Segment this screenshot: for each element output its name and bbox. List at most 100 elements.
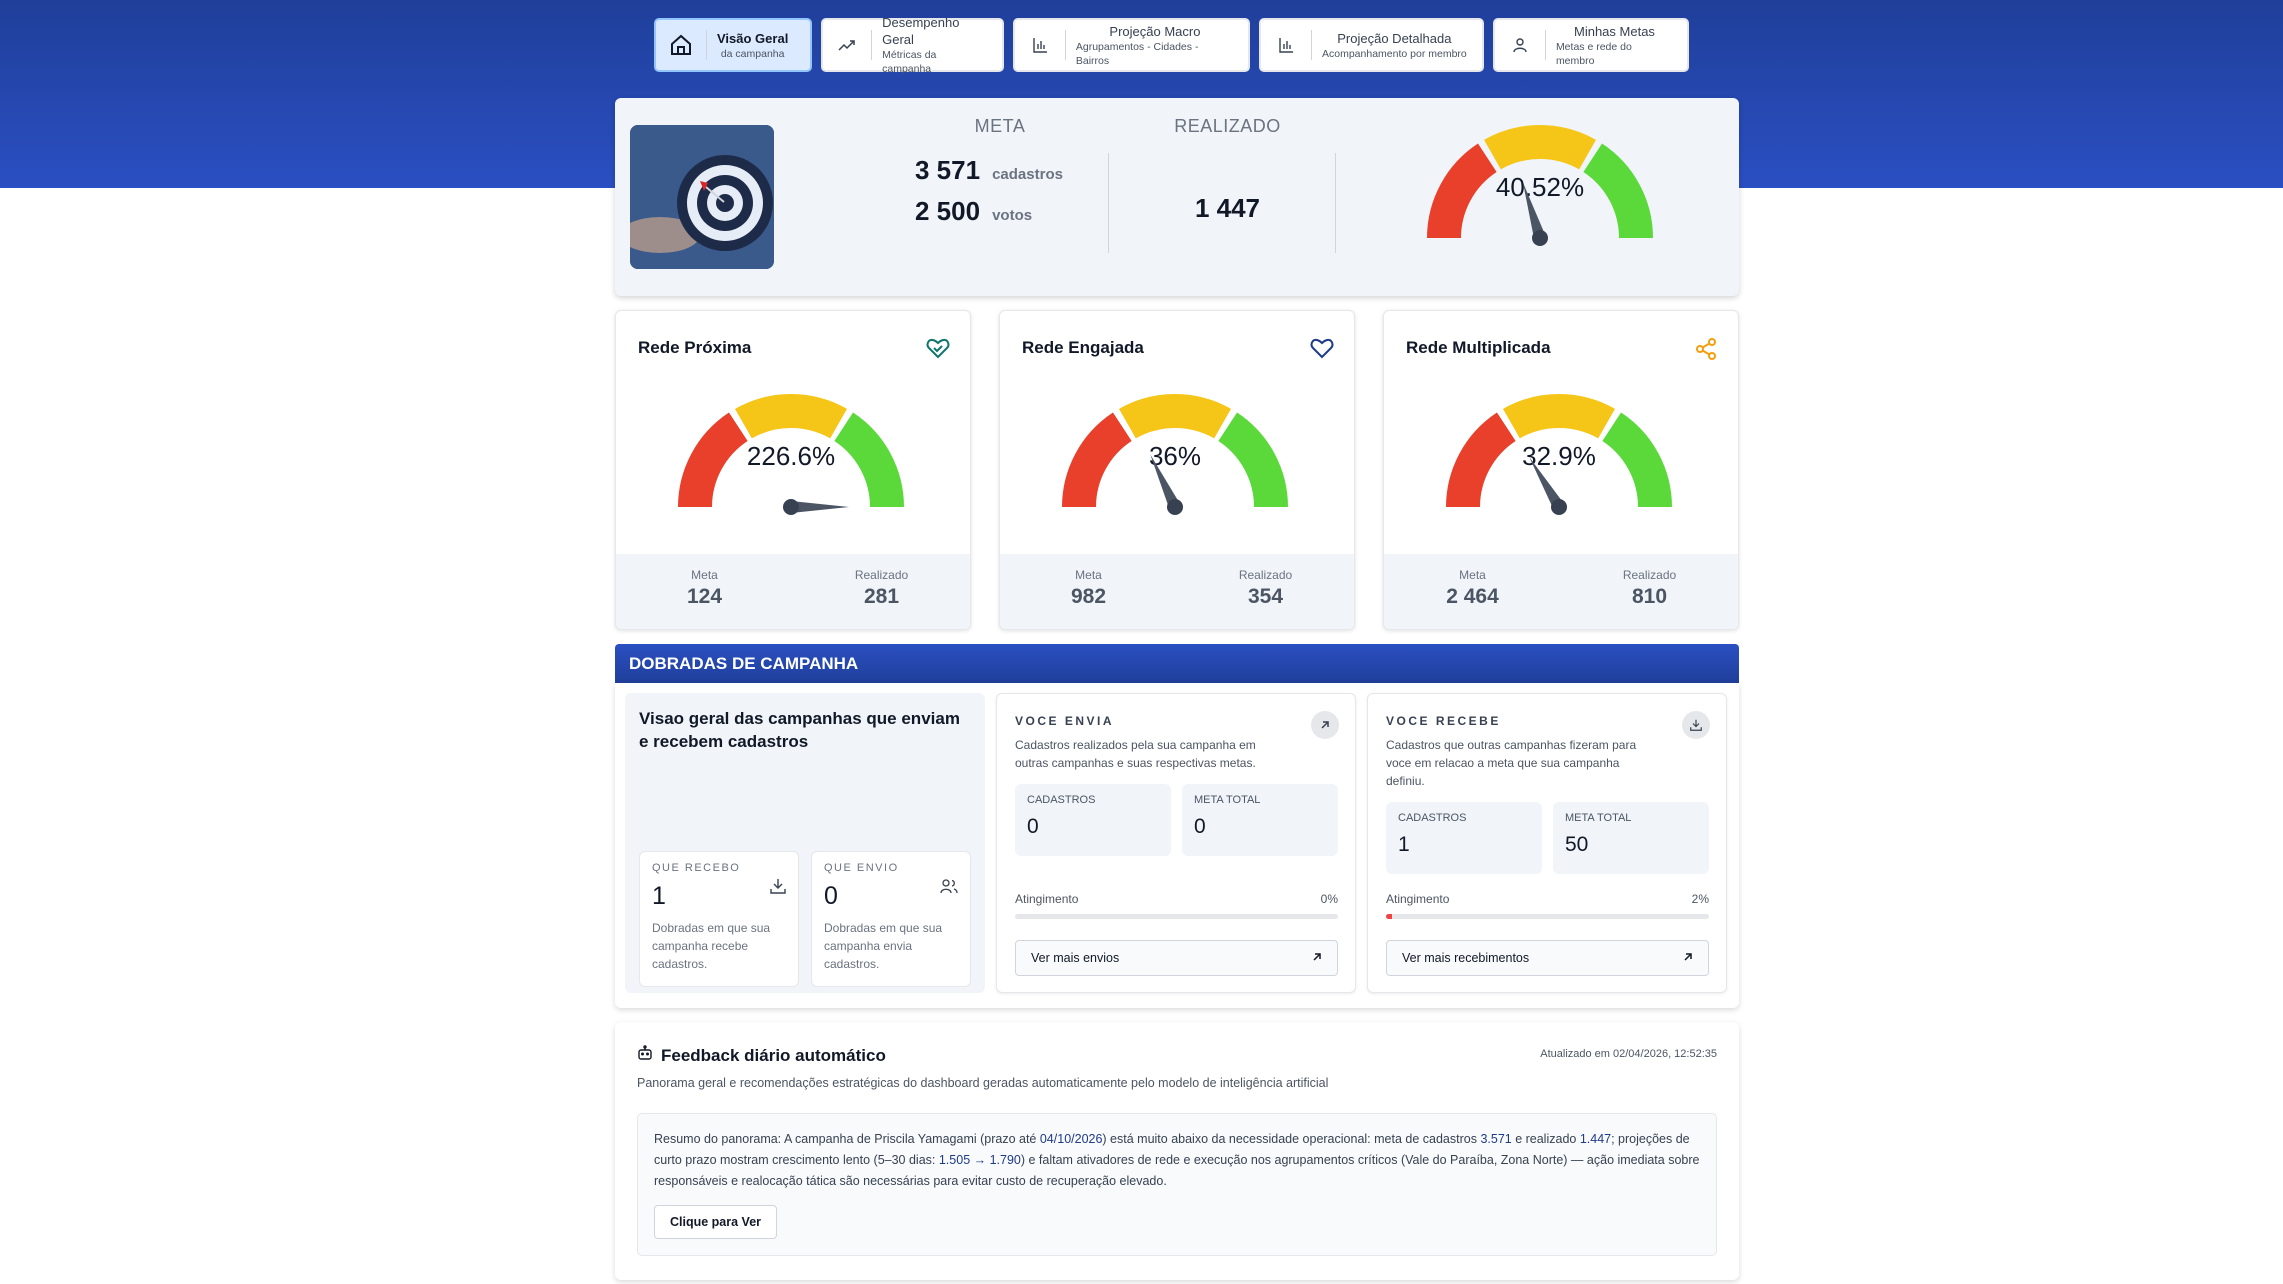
meta-label: Meta bbox=[1075, 568, 1102, 582]
progress-fill bbox=[1386, 914, 1393, 919]
tab-visao-geral[interactable]: Visão Geral da campanha bbox=[654, 18, 812, 72]
tab-text: Visão Geral da campanha bbox=[717, 30, 788, 61]
ver-mais-envios-button[interactable]: Ver mais envios bbox=[1015, 940, 1338, 976]
que-recebo-card: QUE RECEBO 1 Dobradas em que sua campanh… bbox=[639, 851, 799, 987]
rede-title: Rede Próxima bbox=[638, 338, 752, 357]
arrow-up-right-icon bbox=[1311, 711, 1339, 739]
meta-value: 124 bbox=[686, 585, 723, 608]
clique-para-ver-button[interactable]: Clique para Ver bbox=[654, 1205, 778, 1239]
voce-envia-desc: Cadastros realizados pela sua campanha e… bbox=[1015, 738, 1256, 770]
gauge-yellow-segment bbox=[1503, 394, 1615, 439]
realizado-header: REALIZADO bbox=[1155, 116, 1300, 137]
gauge-svg: 32.9% bbox=[1446, 394, 1672, 515]
button-label: Ver mais envios bbox=[1031, 951, 1120, 965]
meta-value: 2 464 bbox=[1446, 585, 1499, 608]
rede-meta: Meta 124 bbox=[616, 554, 793, 629]
meta-cadastros-value: 3 571 bbox=[915, 155, 981, 185]
tab-separator bbox=[871, 30, 873, 60]
gauge-yellow-segment bbox=[1484, 125, 1596, 170]
tab-text: Desempenho Geral Métricas da campanha bbox=[882, 14, 988, 76]
rede-gauge: 32.9% bbox=[1439, 389, 1679, 534]
meta-votos-unit: votos bbox=[992, 207, 1033, 224]
voce-recebe-desc: Cadastros que outras campanhas fizeram p… bbox=[1386, 738, 1637, 788]
tab-minhas-metas[interactable]: Minhas Metas Metas e rede do membro bbox=[1493, 18, 1689, 72]
feedback-title: Feedback diário automático bbox=[661, 1045, 886, 1065]
realizado-value: 281 bbox=[863, 585, 900, 608]
realizado-value: 1 447 bbox=[1194, 193, 1261, 223]
envia-atingimento: Atingimento 0% bbox=[1015, 892, 1338, 906]
highlight-projection: 1.505 → 1.790 bbox=[938, 1153, 1021, 1167]
download-icon bbox=[1682, 711, 1710, 739]
stat-value: 50 bbox=[1565, 833, 1589, 856]
rede-multiplicada-card: Rede Multiplicada 32.9% Meta 2 464 Reali… bbox=[1383, 310, 1739, 630]
arrow-up-right-icon bbox=[1312, 951, 1322, 965]
overview-title: Visao geral das campanhas que enviam e r… bbox=[639, 709, 960, 751]
bar-chart-icon bbox=[1271, 37, 1301, 53]
stat-label: META TOTAL bbox=[1565, 812, 1632, 824]
tab-separator bbox=[706, 30, 707, 60]
rede-realizado: Realizado 810 bbox=[1561, 554, 1738, 629]
stat-value: 1 bbox=[1398, 833, 1410, 856]
divider bbox=[1335, 153, 1336, 253]
tab-desempenho-geral[interactable]: Desempenho Geral Métricas da campanha bbox=[821, 15, 1004, 75]
gauge-needle bbox=[791, 501, 849, 513]
users-icon bbox=[940, 878, 958, 899]
realizado-value: 810 bbox=[1631, 585, 1668, 608]
feedback-text: Resumo do panorama: A campanha de Prisci… bbox=[654, 1129, 1700, 1192]
feedback-heading: Feedback diário automático bbox=[637, 1045, 886, 1066]
dobradas-overview: Visao geral das campanhas que enviam e r… bbox=[625, 693, 985, 993]
atingimento-value: 2% bbox=[1691, 892, 1709, 906]
feedback-box: Resumo do panorama: A campanha de Prisci… bbox=[637, 1113, 1717, 1256]
gauge-needle-hub bbox=[1551, 499, 1567, 515]
tab-subtitle: Metas e rede do membro bbox=[1555, 40, 1632, 67]
atingimento-label: Atingimento bbox=[1015, 892, 1079, 906]
gauge-yellow-segment bbox=[1119, 394, 1231, 439]
rede-proxima-card: Rede Próxima 226.6% Meta 124 Realizado 2… bbox=[615, 310, 971, 630]
gauge-percent: 32.9% bbox=[1522, 441, 1596, 471]
bar-chart-icon bbox=[1025, 37, 1055, 53]
share-icon bbox=[1694, 337, 1718, 366]
stat-label: META TOTAL bbox=[1194, 794, 1261, 806]
robot-icon bbox=[637, 1045, 653, 1066]
voce-recebe-card: VOCE RECEBE Cadastros que outras campanh… bbox=[1367, 693, 1727, 993]
highlight-real: 1.447 bbox=[1579, 1132, 1612, 1146]
stat-value: 0 bbox=[1194, 815, 1206, 838]
recebe-meta-stat: META TOTAL 50 bbox=[1553, 802, 1709, 874]
tab-title: Desempenho Geral bbox=[882, 15, 960, 47]
tab-title: Minhas Metas bbox=[1574, 23, 1655, 39]
recebe-progress-bar bbox=[1386, 914, 1709, 919]
gauge-yellow-segment bbox=[735, 394, 847, 439]
meta-label: META bbox=[974, 116, 1026, 136]
gauge-needle-hub bbox=[1532, 230, 1548, 246]
tab-separator bbox=[1064, 30, 1066, 60]
text-segment: e realizado bbox=[1511, 1132, 1580, 1146]
tab-text: Minhas Metas Metas e rede do membro bbox=[1556, 23, 1673, 68]
download-icon bbox=[770, 878, 786, 899]
gauge-red-segment bbox=[678, 412, 749, 508]
stat-value: 0 bbox=[1027, 815, 1039, 838]
tab-projecao-macro[interactable]: Projeção Macro Agrupamentos - Cidades - … bbox=[1013, 18, 1250, 72]
meta-cadastros-unit: cadastros bbox=[992, 166, 1063, 183]
atingimento-value: 0% bbox=[1320, 892, 1338, 906]
user-icon bbox=[1505, 37, 1535, 53]
dobradas-section: Visao geral das campanhas que enviam e r… bbox=[615, 683, 1739, 1008]
meta-cadastros: 3 571 cadastros bbox=[915, 155, 1063, 186]
envia-cadastros-stat: CADASTROS 0 bbox=[1015, 784, 1171, 856]
dobradas-header: DOBRADAS DE CAMPANHA bbox=[615, 644, 1739, 683]
que-envio-desc: Dobradas em que sua campanha envia cadas… bbox=[824, 921, 943, 971]
feedback-subtitle: Panorama geral e recomendações estratégi… bbox=[637, 1076, 1329, 1090]
que-envio-value: 0 bbox=[824, 882, 838, 910]
rede-title: Rede Engajada bbox=[1022, 338, 1144, 357]
feedback-card: Feedback diário automático Atualizado em… bbox=[615, 1022, 1739, 1280]
rede-engajada-card: Rede Engajada 36% Meta 982 Realizado 354 bbox=[999, 310, 1355, 630]
ver-mais-recebimentos-button[interactable]: Ver mais recebimentos bbox=[1386, 940, 1709, 976]
gauge-svg: 40.52% bbox=[1427, 125, 1653, 246]
tab-text: Projeção Macro Agrupamentos - Cidades - … bbox=[1076, 23, 1234, 68]
realizado-value: 354 bbox=[1247, 585, 1284, 608]
tab-title: Visão Geral bbox=[717, 30, 789, 46]
tab-projecao-detalhada[interactable]: Projeção Detalhada Acompanhamento por me… bbox=[1259, 18, 1484, 72]
divider bbox=[1108, 153, 1109, 253]
gauge-red-segment bbox=[1062, 412, 1133, 508]
recebe-atingimento: Atingimento 2% bbox=[1386, 892, 1709, 906]
rede-footer: Meta 124 Realizado 281 bbox=[616, 554, 970, 629]
